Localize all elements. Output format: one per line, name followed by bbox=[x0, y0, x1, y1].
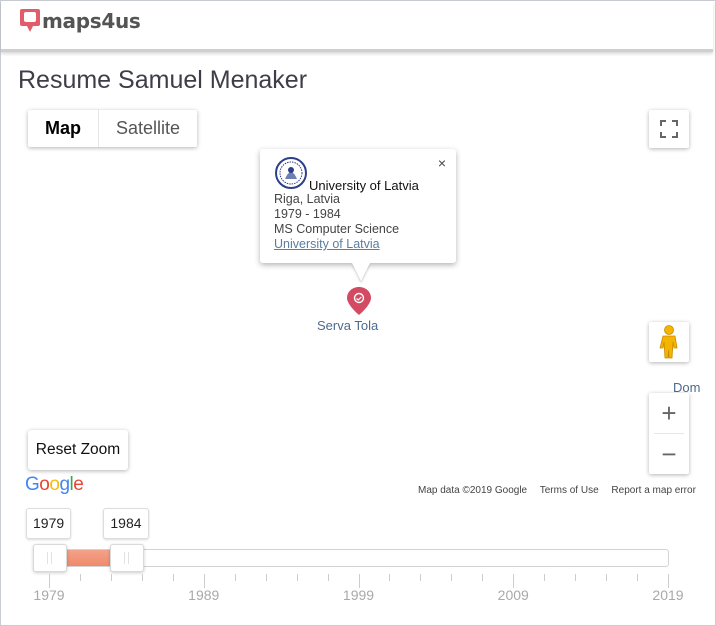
minor-tick bbox=[111, 574, 112, 581]
map-data-credit: Map data ©2019 Google bbox=[418, 485, 528, 496]
range-end-label: 1984 bbox=[103, 508, 149, 539]
google-logo-letter: G bbox=[25, 474, 40, 495]
fullscreen-icon bbox=[660, 120, 678, 138]
minor-tick bbox=[451, 574, 452, 581]
institution-link[interactable]: University of Latvia bbox=[274, 237, 399, 252]
tick-label: 1979 bbox=[33, 587, 65, 603]
minor-tick bbox=[173, 574, 174, 581]
minor-tick bbox=[328, 574, 329, 581]
reset-zoom-button[interactable]: Reset Zoom bbox=[28, 430, 128, 470]
maps4us-logo[interactable]: maps4us bbox=[19, 7, 141, 35]
range-start-label: 1979 bbox=[26, 508, 72, 539]
close-icon[interactable]: × bbox=[438, 155, 446, 171]
minor-tick bbox=[420, 574, 421, 581]
major-tick bbox=[359, 574, 360, 588]
google-logo-letter: g bbox=[59, 474, 70, 495]
info-window: × University of Latvia Riga, Latvia 1979… bbox=[260, 149, 456, 281]
google-logo[interactable]: Google bbox=[25, 474, 84, 496]
map-type-map-button[interactable]: Map bbox=[28, 110, 98, 147]
major-tick bbox=[49, 574, 50, 588]
institution-degree: MS Computer Science bbox=[274, 222, 400, 236]
top-header: maps4us bbox=[1, 1, 713, 52]
university-seal-icon bbox=[275, 157, 307, 189]
minor-tick bbox=[482, 574, 483, 581]
terms-of-use-link[interactable]: Terms of Use bbox=[540, 485, 599, 496]
zoom-in-button[interactable]: + bbox=[649, 393, 689, 433]
zoom-control: + − bbox=[649, 393, 689, 474]
zoom-out-button[interactable]: − bbox=[649, 434, 689, 474]
tick-label: 1989 bbox=[188, 587, 220, 603]
google-logo-letter: o bbox=[49, 474, 60, 495]
minor-tick bbox=[637, 574, 638, 581]
institution-location: Riga, Latvia bbox=[274, 192, 341, 206]
google-logo-letter: o bbox=[39, 474, 50, 495]
fullscreen-button[interactable] bbox=[649, 110, 689, 148]
location-pin-icon[interactable] bbox=[346, 286, 372, 316]
report-map-error-link[interactable]: Report a map error bbox=[611, 485, 695, 496]
range-end-handle[interactable] bbox=[110, 544, 145, 572]
minor-tick bbox=[142, 574, 143, 581]
tick-label: 1999 bbox=[342, 587, 375, 603]
minor-tick bbox=[606, 574, 607, 581]
minor-tick bbox=[575, 574, 576, 581]
map-attribution: Map data ©2019 Google Terms of Use Repor… bbox=[418, 485, 706, 496]
major-tick bbox=[204, 574, 205, 588]
map-place-label: Serva Tola bbox=[317, 318, 379, 333]
institution-years: 1979 - 1984 bbox=[274, 207, 341, 221]
minor-tick bbox=[266, 574, 267, 581]
info-window-tail bbox=[352, 263, 370, 281]
map-type-control: Map Satellite bbox=[28, 110, 198, 147]
minor-tick bbox=[235, 574, 236, 581]
major-tick bbox=[668, 574, 669, 588]
page-title: Resume Samuel Menaker bbox=[18, 66, 308, 94]
logo-text: maps4us bbox=[42, 9, 141, 33]
street-view-button[interactable] bbox=[649, 322, 689, 362]
pegman-icon bbox=[659, 325, 678, 359]
minor-tick bbox=[297, 574, 298, 581]
map-pin-logo-icon bbox=[20, 9, 40, 32]
tick-label: 2019 bbox=[652, 587, 684, 603]
timeline-slider: 1979 1984 1979 1989 1999 2009 2019 bbox=[0, 500, 716, 626]
institution-details: Riga, Latvia 1979 - 1984 MS Computer Sci… bbox=[274, 192, 399, 252]
institution-name: University of Latvia bbox=[309, 178, 419, 193]
map-type-satellite-button[interactable]: Satellite bbox=[98, 110, 197, 147]
tick-label: 2009 bbox=[497, 587, 529, 603]
major-tick bbox=[513, 574, 514, 588]
minor-tick bbox=[544, 574, 545, 581]
map-canvas[interactable]: Map Satellite × University of Latvia Rig… bbox=[19, 97, 711, 507]
google-logo-letter: e bbox=[73, 474, 84, 495]
minor-tick bbox=[80, 574, 81, 581]
range-start-handle[interactable] bbox=[33, 544, 67, 572]
minor-tick bbox=[389, 574, 390, 581]
